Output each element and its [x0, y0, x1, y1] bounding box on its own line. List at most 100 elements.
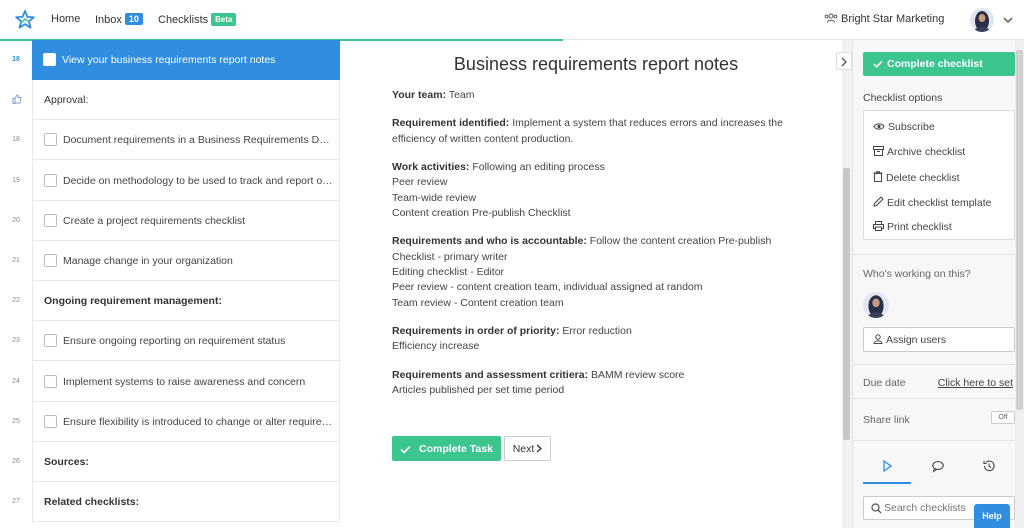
- archive-checklist-option[interactable]: Archive checklist: [873, 146, 965, 158]
- step-checkbox[interactable]: [44, 374, 57, 388]
- step-section-heading[interactable]: 26 Sources:: [0, 442, 340, 482]
- note-line: Team review - Content creation team: [392, 296, 564, 309]
- step-item[interactable]: 19 Decide on methodology to be used to tr…: [0, 160, 340, 201]
- step-body[interactable]: Ongoing requirement management:: [32, 281, 340, 322]
- step-label: Ensure flexibility is introduced to chan…: [63, 415, 333, 428]
- step-body[interactable]: Sources:: [32, 442, 340, 482]
- sidebar-scrollbar-thumb[interactable]: [1016, 50, 1023, 410]
- complete-task-button[interactable]: Complete Task: [392, 436, 501, 461]
- page-title: Business requirements report notes: [453, 54, 739, 74]
- step-body[interactable]: Related checklists:: [32, 482, 340, 523]
- who-is-working-title: Who's working on this?: [863, 268, 971, 280]
- step-item[interactable]: 18 View your business requirements report…: [0, 40, 340, 80]
- note-line: Error reduction: [562, 325, 632, 338]
- step-label: Implement systems to raise awareness and…: [63, 375, 306, 388]
- search-checklists-input[interactable]: [884, 500, 984, 516]
- delete-label: Delete checklist: [886, 172, 960, 184]
- assignee-avatar[interactable]: [863, 292, 889, 318]
- step-label: Document requirements in a Business Requ…: [63, 134, 333, 147]
- step-checkbox[interactable]: [43, 53, 56, 66]
- step-label: Manage change in your organization: [63, 255, 233, 267]
- note-section: Your team: Team: [392, 88, 812, 103]
- note-section-label: Requirement identified:: [392, 117, 510, 130]
- chevron-down-icon[interactable]: [1002, 14, 1014, 26]
- collapse-sidebar-button[interactable]: [836, 52, 852, 70]
- note-line: Articles published per set time period: [392, 384, 565, 397]
- assign-users-button[interactable]: Assign users: [863, 327, 1015, 352]
- step-item[interactable]: 18 Document requirements in a Business Re…: [0, 120, 340, 161]
- user-avatar[interactable]: [970, 8, 994, 32]
- step-approval[interactable]: Approval:: [0, 80, 340, 121]
- active-tab-indicator: [863, 482, 911, 484]
- step-item[interactable]: 23 Ensure ongoing reporting on requiremen…: [0, 321, 340, 362]
- step-body[interactable]: Manage change in your organization: [32, 241, 340, 281]
- note-line: BAMM review score: [591, 368, 685, 381]
- note-section: Requirements and assessment critiera: BA…: [392, 368, 812, 399]
- assign-users-label: Assign users: [886, 333, 947, 346]
- subscribe-option[interactable]: Subscribe: [873, 121, 935, 133]
- share-link-toggle[interactable]: Off: [991, 411, 1015, 424]
- step-number: 19: [12, 176, 20, 184]
- nav-checklists[interactable]: Checklists Beta: [158, 13, 237, 26]
- step-checkbox[interactable]: [44, 334, 57, 348]
- step-checkbox[interactable]: [44, 173, 57, 187]
- step-list: 18 View your business requirements report…: [0, 40, 340, 528]
- note-section: Work activities: Following an editing pr…: [392, 160, 812, 222]
- chevron-right-icon: [536, 444, 543, 452]
- step-body[interactable]: View your business requirements report n…: [32, 40, 340, 80]
- step-item[interactable]: 24 Implement systems to raise awareness a…: [0, 361, 340, 402]
- step-body[interactable]: Approval:: [32, 80, 340, 121]
- step-number: 23: [12, 337, 20, 345]
- step-body[interactable]: Ensure flexibility is introduced to chan…: [32, 401, 340, 442]
- step-checkbox[interactable]: [44, 213, 57, 227]
- step-number: 18: [12, 136, 20, 144]
- step-checkbox[interactable]: [44, 414, 57, 428]
- nav-checklists-label: Checklists: [158, 14, 209, 26]
- archive-icon: [873, 146, 884, 156]
- user-icon: [873, 333, 883, 344]
- print-checklist-option[interactable]: Print checklist: [873, 221, 952, 233]
- step-body[interactable]: Create a project requirements checklist: [32, 200, 340, 241]
- pencil-icon: [873, 196, 884, 207]
- step-item[interactable]: 20 Create a project requirements checklis…: [0, 200, 340, 241]
- step-body[interactable]: Document requirements in a Business Requ…: [32, 120, 340, 161]
- note-section-label: Requirements and assessment critiera:: [392, 368, 589, 381]
- logo-star-icon[interactable]: [14, 9, 36, 31]
- step-item[interactable]: 25 Ensure flexibility is introduced to ch…: [0, 401, 340, 442]
- org-switcher[interactable]: Bright Star Marketing: [824, 13, 944, 25]
- print-label: Print checklist: [887, 221, 952, 233]
- nav-inbox-label: Inbox: [95, 14, 122, 26]
- divider: [853, 440, 1024, 441]
- note-section-label: Work activities:: [392, 160, 470, 173]
- step-checkbox[interactable]: [44, 133, 57, 147]
- set-due-date-link[interactable]: Click here to set: [938, 377, 1013, 389]
- divider: [853, 364, 1024, 365]
- nav-inbox[interactable]: Inbox 10: [95, 13, 143, 26]
- note-section-label: Your team:: [392, 89, 447, 101]
- step-section-heading[interactable]: 22 Ongoing requirement management:: [0, 281, 340, 322]
- note-line: Peer review - content creation team, ind…: [392, 281, 703, 294]
- delete-checklist-option[interactable]: Delete checklist: [873, 171, 960, 184]
- complete-checklist-button[interactable]: Complete checklist: [863, 52, 1015, 76]
- step-section-heading[interactable]: 27 Related checklists:: [0, 482, 340, 523]
- trash-icon: [873, 171, 883, 182]
- step-body[interactable]: Decide on methodology to be used to trac…: [32, 160, 340, 201]
- help-button[interactable]: Help: [974, 504, 1010, 528]
- step-heading-label: Sources:: [44, 456, 89, 468]
- step-body[interactable]: Implement systems to raise awareness and…: [32, 361, 340, 402]
- nav-home[interactable]: Home: [51, 13, 80, 25]
- step-number: 25: [12, 417, 20, 425]
- history-tab-icon[interactable]: [982, 459, 996, 473]
- complete-checklist-label: Complete checklist: [887, 58, 983, 70]
- step-number: 22: [12, 297, 20, 305]
- step-item[interactable]: 21 Manage change in your organization: [0, 241, 340, 281]
- note-section-label: Requirements in order of priority:: [392, 325, 560, 338]
- content-scrollbar-thumb[interactable]: [843, 168, 850, 440]
- play-tab-icon[interactable]: [880, 459, 894, 473]
- step-body[interactable]: Ensure ongoing reporting on requirement …: [32, 321, 340, 362]
- step-checkbox[interactable]: [44, 254, 57, 267]
- note-line: Following an editing process: [472, 160, 605, 173]
- edit-template-option[interactable]: Edit checklist template: [873, 196, 991, 209]
- comment-tab-icon[interactable]: [931, 459, 945, 473]
- next-button[interactable]: Next: [504, 436, 551, 461]
